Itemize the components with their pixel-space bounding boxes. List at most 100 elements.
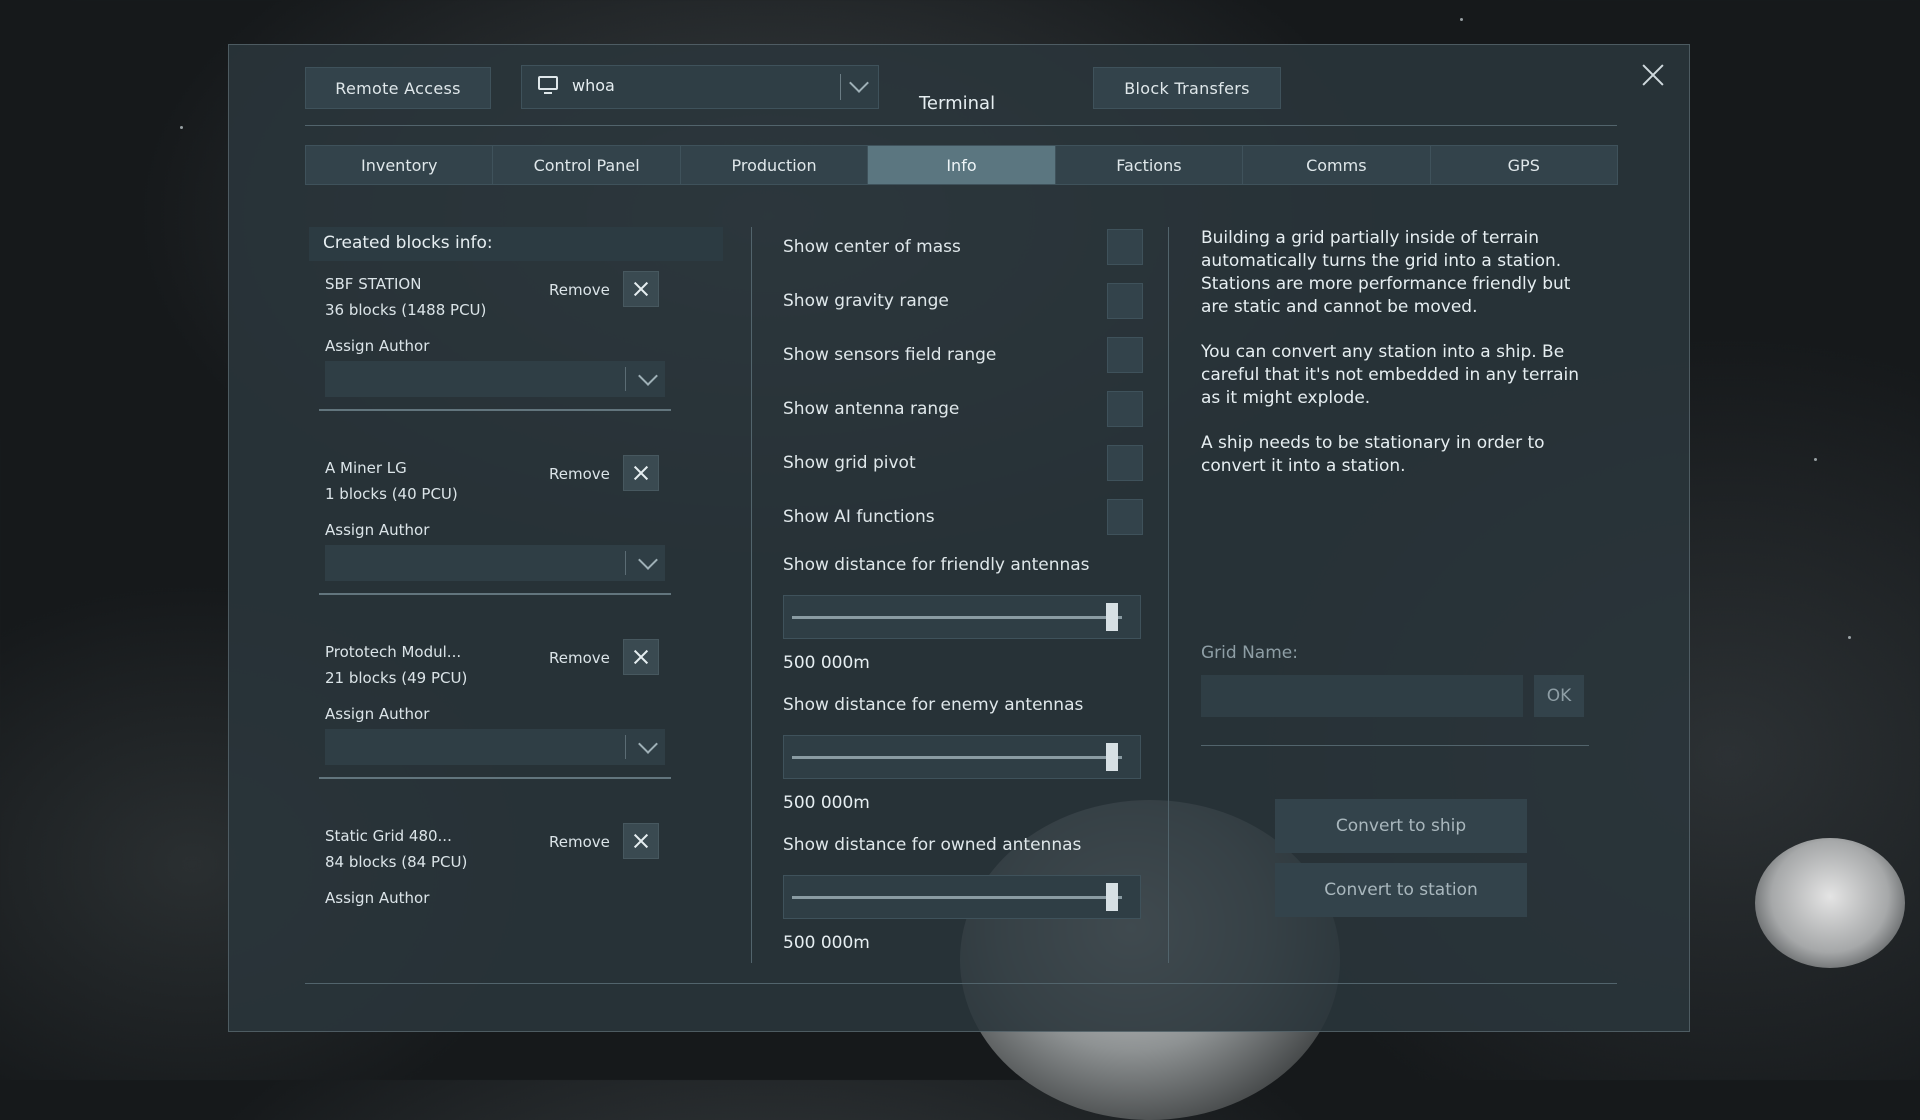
enemy-antennas-slider[interactable]	[783, 735, 1141, 779]
remove-button[interactable]	[623, 639, 659, 675]
ok-label: OK	[1546, 686, 1572, 706]
option-label: Show AI functions	[783, 507, 935, 527]
option-show-antenna-range: Show antenna range	[783, 391, 1143, 427]
tab-production[interactable]: Production	[679, 145, 869, 185]
tab-factions[interactable]: Factions	[1054, 145, 1244, 185]
assign-author-label: Assign Author	[325, 337, 430, 355]
owned-antennas-label: Show distance for owned antennas	[783, 835, 1082, 855]
friendly-antennas-slider[interactable]	[783, 595, 1141, 639]
star	[180, 126, 183, 129]
slider-track	[792, 756, 1122, 759]
assign-author-label: Assign Author	[325, 705, 430, 723]
info-paragraph: Building a grid partially inside of terr…	[1201, 228, 1571, 317]
remote-access-button[interactable]: Remote Access	[305, 67, 491, 109]
block-transfers-label: Block Transfers	[1124, 78, 1250, 98]
checkbox[interactable]	[1107, 445, 1143, 481]
info-paragraph: You can convert any station into a ship.…	[1201, 342, 1580, 408]
blocks-list: SBF STATION 36 blocks (1488 PCU) Remove …	[309, 261, 723, 995]
chevron-down-icon[interactable]	[638, 366, 658, 386]
block-count: 84 blocks (84 PCU)	[325, 853, 468, 871]
blocks-header-label: Created blocks info:	[323, 233, 493, 253]
grid-selector-dropdown[interactable]: whoa	[521, 65, 879, 109]
block-name: Static Grid 480...	[325, 827, 452, 845]
owned-antennas-slider[interactable]	[783, 875, 1141, 919]
block-transfers-button[interactable]: Block Transfers	[1093, 67, 1281, 109]
grid-name-input[interactable]	[1201, 675, 1523, 717]
option-label: Show antenna range	[783, 399, 960, 419]
header-divider	[305, 125, 1617, 126]
remove-button[interactable]	[623, 271, 659, 307]
slider-handle[interactable]	[1106, 883, 1119, 911]
chevron-down-icon[interactable]	[638, 734, 658, 754]
convert-to-ship-label: Convert to ship	[1335, 816, 1467, 836]
slider-track	[792, 616, 1122, 619]
option-show-gravity-range: Show gravity range	[783, 283, 1143, 319]
dropdown-separator	[625, 551, 626, 575]
footer-divider	[305, 983, 1617, 984]
block-count: 21 blocks (49 PCU)	[325, 669, 468, 687]
remote-access-label: Remote Access	[335, 78, 461, 98]
info-paragraph: A ship needs to be stationary in order t…	[1201, 433, 1545, 476]
list-item: Static Grid 480... 84 blocks (84 PCU) Re…	[309, 813, 679, 995]
checkbox[interactable]	[1107, 283, 1143, 319]
block-name: A Miner LG	[325, 459, 407, 477]
checkbox[interactable]	[1107, 391, 1143, 427]
tab-label: Factions	[1116, 155, 1182, 175]
slider-handle[interactable]	[1106, 603, 1119, 631]
tab-label: Control Panel	[533, 155, 640, 175]
slider-handle[interactable]	[1106, 743, 1119, 771]
close-icon[interactable]	[1639, 61, 1667, 89]
block-count: 36 blocks (1488 PCU)	[325, 301, 487, 319]
block-name: SBF STATION	[325, 275, 422, 293]
tab-label: GPS	[1507, 155, 1540, 175]
remove-button[interactable]	[623, 455, 659, 491]
friendly-antennas-value: 500 000m	[783, 653, 870, 673]
assign-author-dropdown[interactable]	[325, 361, 665, 397]
assign-author-dropdown[interactable]	[325, 545, 665, 581]
remove-button[interactable]	[623, 823, 659, 859]
asteroid-background-small	[1755, 838, 1905, 968]
window-title: Terminal	[919, 93, 996, 114]
convert-to-ship-button[interactable]: Convert to ship	[1275, 799, 1527, 853]
grid-selector-value: whoa	[572, 76, 615, 95]
tab-info[interactable]: Info	[867, 145, 1056, 185]
option-show-ai-functions: Show AI functions	[783, 499, 1143, 535]
tab-comms[interactable]: Comms	[1242, 145, 1431, 185]
option-show-sensors-field-range: Show sensors field range	[783, 337, 1143, 373]
assign-author-dropdown[interactable]	[325, 729, 665, 765]
grid-name-divider	[1201, 745, 1589, 746]
tab-inventory[interactable]: Inventory	[305, 145, 494, 185]
tab-gps[interactable]: GPS	[1429, 145, 1618, 185]
option-show-grid-pivot: Show grid pivot	[783, 445, 1143, 481]
item-divider	[319, 409, 671, 411]
owned-antennas-value: 500 000m	[783, 933, 870, 953]
option-label: Show sensors field range	[783, 345, 997, 365]
checkbox[interactable]	[1107, 229, 1143, 265]
list-item: Prototech Modul... 21 blocks (49 PCU) Re…	[309, 629, 679, 813]
remove-label: Remove	[549, 465, 610, 483]
tab-label: Production	[731, 155, 817, 175]
column-divider	[1168, 227, 1169, 963]
block-name: Prototech Modul...	[325, 643, 462, 661]
checkbox[interactable]	[1107, 337, 1143, 373]
convert-to-station-button[interactable]: Convert to station	[1275, 863, 1527, 917]
ok-button[interactable]: OK	[1534, 675, 1584, 717]
tab-bar: Inventory Control Panel Production Info …	[305, 145, 1618, 185]
option-label: Show center of mass	[783, 237, 961, 257]
checkbox[interactable]	[1107, 499, 1143, 535]
remove-label: Remove	[549, 281, 610, 299]
item-divider	[319, 777, 671, 779]
chevron-down-icon[interactable]	[638, 550, 658, 570]
blocks-header: Created blocks info:	[309, 227, 723, 261]
dropdown-separator	[840, 74, 841, 100]
column-divider	[751, 227, 752, 963]
chevron-down-icon[interactable]	[849, 73, 869, 93]
tab-label: Inventory	[361, 155, 438, 175]
grid-name-label: Grid Name:	[1201, 643, 1298, 663]
tab-label: Info	[946, 155, 977, 175]
remove-label: Remove	[549, 833, 610, 851]
tab-control-panel[interactable]: Control Panel	[492, 145, 681, 185]
slider-track	[792, 896, 1122, 899]
monitor-icon	[538, 76, 558, 94]
option-show-center-of-mass: Show center of mass	[783, 229, 1143, 265]
